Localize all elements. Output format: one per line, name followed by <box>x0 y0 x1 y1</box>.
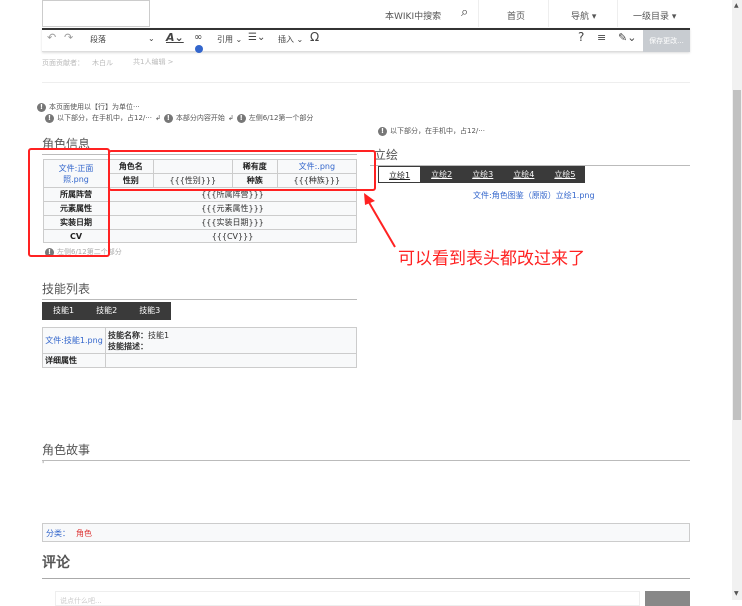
skill-file-link[interactable]: 文件:技能1.png <box>42 327 106 354</box>
section-heading-story: 角色故事 <box>42 441 690 461</box>
scrollbar[interactable]: ▲ ▼ <box>732 0 742 600</box>
insert-button[interactable]: 插入 ⌄ <box>278 34 303 45</box>
art-file-link[interactable]: 文件:角色图鉴（原版）立绘1.png <box>473 190 595 201</box>
detail-label: 详细属性 <box>42 353 106 368</box>
special-char-icon[interactable]: Ω <box>310 30 319 44</box>
tab-art-1[interactable]: 立绘1 <box>378 166 422 183</box>
annotation-text: 可以看到表头都改过来了 <box>398 249 585 269</box>
comment-submit-button[interactable] <box>645 591 690 606</box>
comments-heading: 评论 <box>42 552 690 579</box>
art-tabs: 立绘1 立绘2 立绘3 立绘4 立绘5 <box>378 166 586 183</box>
section-heading-art: 立绘 <box>370 146 690 166</box>
notice: ! 本页面使用以【行】为单位··· <box>37 102 140 112</box>
annotation-box-left <box>28 148 110 257</box>
editor-toolbar: ↶ ↷ 段落 ⌄ A⌄ ∞ 引用 ⌄ ☰⌄ 插入 ⌄ Ω ? ≡ ✎⌄ 保存更改… <box>42 28 690 53</box>
nav-directory[interactable]: 一级目录 ▾ <box>633 9 676 22</box>
skill-desc-label: 技能描述： <box>108 341 148 351</box>
help-icon[interactable]: ? <box>578 30 584 44</box>
cv-value: {{{CV}}} <box>108 229 357 243</box>
category-bar: 分类： 角色 <box>42 523 690 542</box>
tab-skill-3[interactable]: 技能3 <box>128 302 171 320</box>
contributors-count[interactable]: 共1人编辑 > <box>133 57 174 67</box>
tab-skill-1[interactable]: 技能1 <box>42 302 85 320</box>
paragraph-select[interactable]: 段落 <box>90 34 106 45</box>
section-heading-skills: 技能列表 <box>42 280 357 300</box>
edit-pencil-icon[interactable]: ✎⌄ <box>618 31 636 44</box>
cite-button[interactable]: 引用 ⌄ <box>217 34 242 45</box>
category-label[interactable]: 分类： <box>46 529 70 538</box>
skill-tabs: 技能1 技能2 技能3 <box>42 302 172 320</box>
release-value: {{{实装日期}}} <box>108 215 357 230</box>
notice: ! 以下部分，在手机中，占12/··· ↲! 本部分内容开始 ↲! 左侧6/12第一个部分 <box>45 113 313 123</box>
skill-table: 文件:技能1.png 技能名称：技能1 技能描述： 详细属性 <box>42 327 357 368</box>
nav-home[interactable]: 首页 <box>507 9 525 22</box>
scroll-down-icon[interactable]: ▼ <box>734 590 739 597</box>
tab-art-5[interactable]: 立绘5 <box>544 166 585 183</box>
site-logo[interactable] <box>42 0 150 27</box>
nav-menu[interactable]: 导航 ▾ <box>571 9 596 22</box>
notice: ! 以下部分，在手机中，占12/··· <box>378 126 485 136</box>
skill-name-label: 技能名称： <box>108 330 148 340</box>
comment-input[interactable]: 说点什么吧... <box>55 591 640 606</box>
tab-skill-2[interactable]: 技能2 <box>85 302 128 320</box>
cursor-dot <box>195 45 203 53</box>
undo-icon[interactable]: ↶ <box>47 31 56 44</box>
scrollbar-thumb[interactable] <box>733 90 741 420</box>
chevron-down-icon: ⌄ <box>148 34 155 43</box>
category-link[interactable]: 角色 <box>76 529 92 538</box>
skill-name-value: 技能1 <box>148 330 170 340</box>
contributors-label: 页面贡献者： <box>42 59 84 67</box>
search-input[interactable]: 本WIKI中搜索 <box>385 9 441 22</box>
contributor-avatar[interactable]: 木白ル <box>92 58 113 68</box>
annotation-box-header <box>108 150 376 191</box>
search-icon[interactable]: ⌕ <box>461 5 468 20</box>
menu-icon[interactable]: ≡ <box>597 31 606 44</box>
tab-art-2[interactable]: 立绘2 <box>421 166 462 183</box>
scroll-up-icon[interactable]: ▲ <box>734 2 739 9</box>
save-button[interactable]: 保存更改... <box>643 30 690 52</box>
link-icon[interactable]: ∞ <box>194 32 202 43</box>
tab-art-4[interactable]: 立绘4 <box>503 166 544 183</box>
tab-art-3[interactable]: 立绘3 <box>462 166 503 183</box>
story-text: ' <box>42 460 45 469</box>
list-icon[interactable]: ☰⌄ <box>248 32 265 43</box>
text-style-icon[interactable]: A⌄ <box>166 31 184 44</box>
element-value: {{{元素属性}}} <box>108 201 357 216</box>
redo-icon[interactable]: ↷ <box>64 31 73 44</box>
